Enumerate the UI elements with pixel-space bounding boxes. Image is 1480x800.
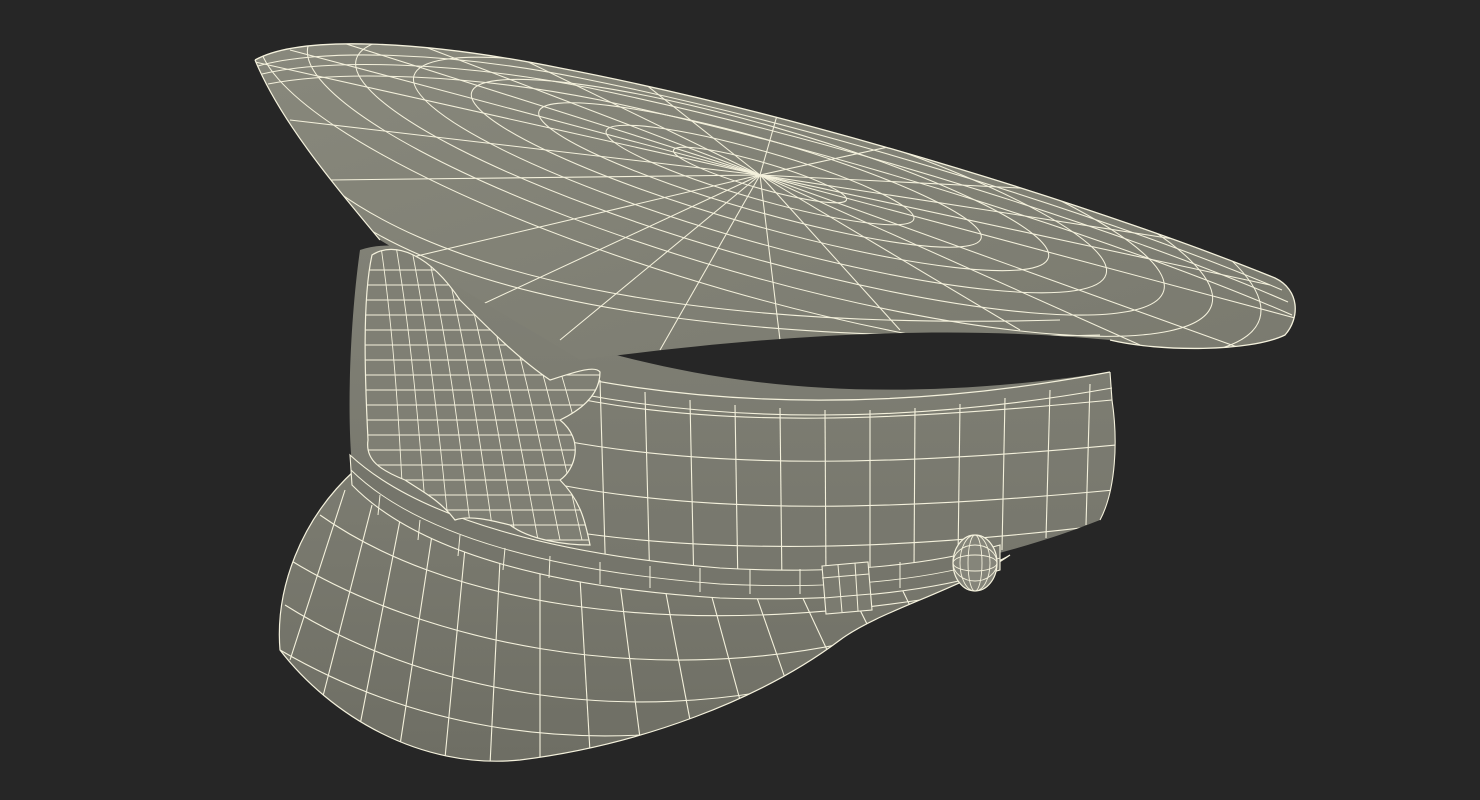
strap-buckle [821,561,873,615]
strap-button [952,534,998,592]
cap-wireframe-render [254,43,1296,762]
render-viewport [0,0,1480,800]
